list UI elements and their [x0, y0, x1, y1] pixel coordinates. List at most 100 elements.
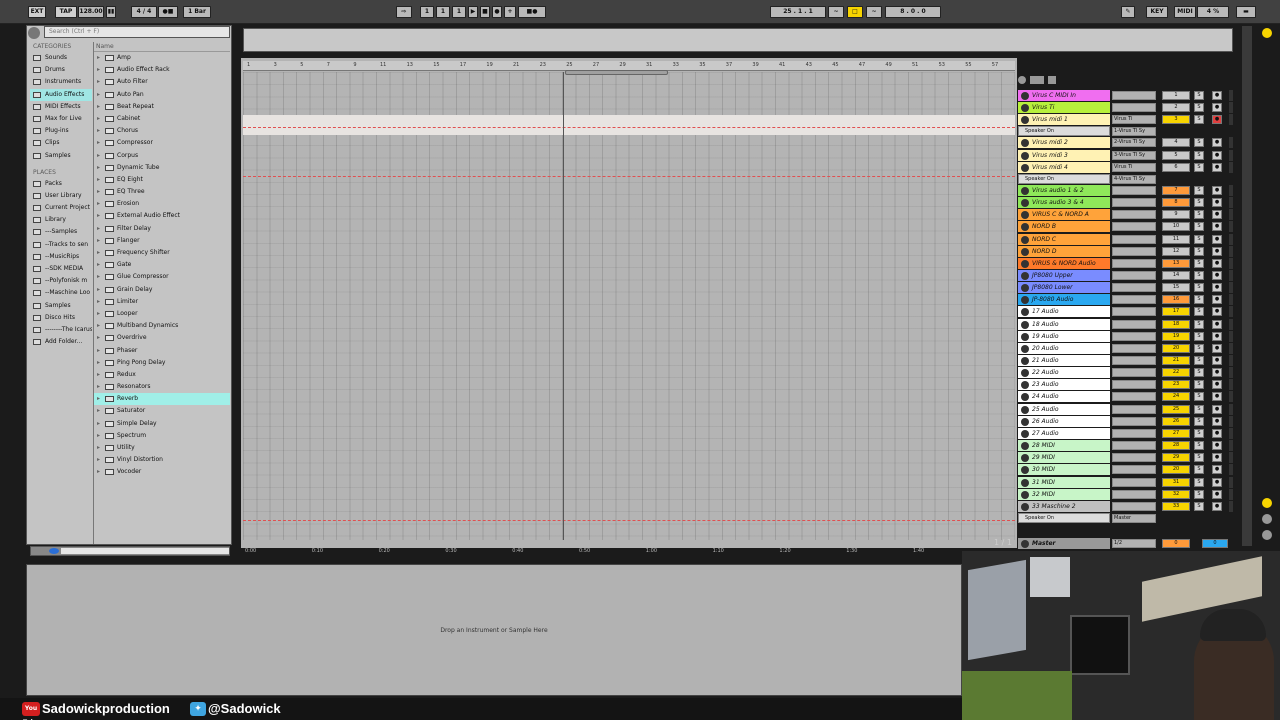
track-activator[interactable]: 7 — [1162, 185, 1190, 195]
expand-icon[interactable]: ▸ — [97, 405, 100, 417]
track-input-select[interactable] — [1112, 416, 1156, 426]
track-name[interactable]: Virus audio 3 & 4 — [1018, 197, 1110, 209]
track-name[interactable]: 22 Audio — [1018, 367, 1110, 379]
track-header[interactable]: 20 Audio 20 S ● — [1016, 342, 1236, 355]
track-activator[interactable]: 19 — [1162, 331, 1190, 341]
solo-button[interactable]: S — [1194, 185, 1204, 195]
zoom-out-icon[interactable] — [1262, 530, 1272, 540]
time-ruler[interactable]: 0:00 0:10 0:20 0:30 0:40 0:50 1:00 1:10 1:20 1:30… — [243, 548, 1015, 558]
track-input-select[interactable] — [1112, 185, 1156, 195]
track-name[interactable]: 23 Audio — [1018, 379, 1110, 391]
vertical-scrollbar[interactable] — [1242, 26, 1252, 546]
arm-button[interactable]: ● — [1212, 258, 1222, 268]
arm-button[interactable]: ● — [1212, 477, 1222, 487]
track-header[interactable]: JP8080 Upper 14 S ● — [1016, 269, 1236, 282]
expand-icon[interactable]: ▸ — [97, 369, 100, 381]
track-input-select[interactable] — [1112, 198, 1156, 208]
category-instruments[interactable]: Instruments — [30, 76, 92, 88]
track-activator[interactable]: 6 — [1162, 162, 1190, 172]
expand-icon[interactable]: ▸ — [97, 393, 100, 405]
track-header[interactable]: NORD B 10 S ● — [1016, 221, 1236, 233]
expand-icon[interactable]: ▸ — [97, 101, 100, 113]
arm-button[interactable]: ● — [1212, 115, 1222, 125]
category-max-for-live[interactable]: Max for Live — [30, 113, 92, 125]
expand-icon[interactable]: ▸ — [97, 198, 100, 210]
zoom-in-icon[interactable] — [1262, 514, 1272, 524]
arm-button[interactable]: ● — [1212, 501, 1222, 511]
category-midi-effects[interactable]: MIDI Effects — [30, 101, 92, 113]
overdub-icon[interactable]: + — [504, 6, 516, 18]
expand-icon[interactable]: ▸ — [97, 284, 100, 296]
expand-icon[interactable]: ▸ — [97, 308, 100, 320]
solo-button[interactable]: S — [1194, 356, 1204, 365]
monitor-select[interactable]: Speaker On — [1018, 512, 1110, 523]
track-name[interactable]: NORD D — [1018, 245, 1110, 257]
track-input-select[interactable] — [1112, 283, 1156, 293]
place-item[interactable]: --Tracks to sen — [30, 239, 92, 251]
track-header[interactable]: 26 Audio 26 S ● — [1016, 415, 1236, 428]
category-clips[interactable]: Clips — [30, 137, 92, 149]
track-header[interactable]: 17 Audio 17 S ● — [1016, 306, 1236, 318]
solo-button[interactable]: S — [1194, 222, 1204, 232]
track-input-select[interactable] — [1112, 103, 1156, 113]
expand-icon[interactable]: ▸ — [97, 210, 100, 222]
device-detail-view[interactable]: Drop an Instrument or Sample Here — [26, 564, 962, 696]
track-input-select[interactable] — [1112, 380, 1156, 390]
track-activator[interactable]: 24 — [1162, 392, 1190, 402]
expand-icon[interactable]: ▸ — [97, 332, 100, 344]
track-activator[interactable]: 20 — [1162, 465, 1190, 475]
expand-icon[interactable]: ▸ — [97, 52, 100, 64]
category-sounds[interactable]: Sounds — [30, 52, 92, 64]
browser-item[interactable]: ▸ Grain Delay — [94, 284, 230, 296]
solo-button[interactable]: S — [1194, 307, 1204, 317]
track-input-select[interactable] — [1112, 489, 1156, 499]
solo-button[interactable]: S — [1194, 501, 1204, 511]
track-input-select[interactable] — [1112, 91, 1156, 100]
category-samples[interactable]: Samples — [30, 150, 92, 162]
track-name[interactable]: 24 Audio — [1018, 391, 1110, 403]
browser-item[interactable]: ▸ Looper — [94, 308, 230, 320]
loop-length-field[interactable]: 8 . 0 . 0 — [885, 6, 941, 18]
track-input-select[interactable] — [1112, 441, 1156, 451]
track-name[interactable]: 18 Audio — [1018, 318, 1110, 330]
track-header[interactable]: 24 Audio 24 S ● — [1016, 391, 1236, 403]
master-track[interactable]: 1 / 1 Master 1/2 0 0 — [994, 538, 1236, 549]
track-input-select[interactable] — [1112, 453, 1156, 463]
solo-button[interactable]: S — [1194, 453, 1204, 463]
track-activator[interactable]: 10 — [1162, 222, 1190, 232]
track-activator[interactable]: 29 — [1162, 453, 1190, 463]
browser-item[interactable]: ▸ Utility — [94, 442, 230, 454]
track-input-select[interactable] — [1112, 368, 1156, 378]
key-map-button[interactable]: KEY — [1146, 6, 1168, 18]
track-output-select[interactable]: 4-Virus TI Sy — [1112, 174, 1156, 184]
browser-item[interactable]: ▸ Limiter — [94, 296, 230, 308]
track-header[interactable]: VIRUS & NORD Audio 13 S ● — [1016, 257, 1236, 270]
track-activator[interactable]: 23 — [1162, 380, 1190, 390]
place-item[interactable]: Library — [30, 214, 92, 226]
track-header[interactable]: JP8080 Lower 15 S ● — [1016, 282, 1236, 294]
expand-icon[interactable]: ▸ — [97, 454, 100, 466]
browser-item[interactable]: ▸ Auto Filter — [94, 76, 230, 88]
track-header[interactable]: Virus midi 3 3-Virus TI Sy 5 S ● — [1016, 149, 1236, 162]
track-activator[interactable]: 14 — [1162, 270, 1190, 280]
arm-button[interactable]: ● — [1212, 270, 1222, 280]
position-bar[interactable]: 1 — [420, 6, 434, 18]
expand-icon[interactable]: ▸ — [97, 174, 100, 186]
track-name[interactable]: 20 Audio — [1018, 342, 1110, 354]
solo-button[interactable]: S — [1194, 465, 1204, 475]
arm-button[interactable]: ● — [1212, 453, 1222, 463]
browser-item[interactable]: ▸ Multiband Dynamics — [94, 320, 230, 332]
track-input-select[interactable] — [1112, 210, 1156, 220]
track-header[interactable]: 32 MIDI 32 S ● — [1016, 488, 1236, 501]
loop-brace[interactable] — [565, 70, 668, 75]
track-name[interactable]: 32 MIDI — [1018, 488, 1110, 500]
loop-start-field[interactable]: 25 . 1 . 1 — [770, 6, 826, 18]
track-name[interactable]: NORD B — [1018, 221, 1110, 233]
punch-out-icon[interactable]: ~ — [866, 6, 882, 18]
arm-button[interactable]: ● — [1212, 392, 1222, 402]
browser-item[interactable]: ▸ EQ Three — [94, 186, 230, 198]
expand-icon[interactable]: ▸ — [97, 381, 100, 393]
solo-button[interactable]: S — [1194, 441, 1204, 451]
automation-arm-icon[interactable]: ■● — [518, 6, 546, 18]
browser-item[interactable]: ▸ Reverb — [94, 393, 230, 406]
